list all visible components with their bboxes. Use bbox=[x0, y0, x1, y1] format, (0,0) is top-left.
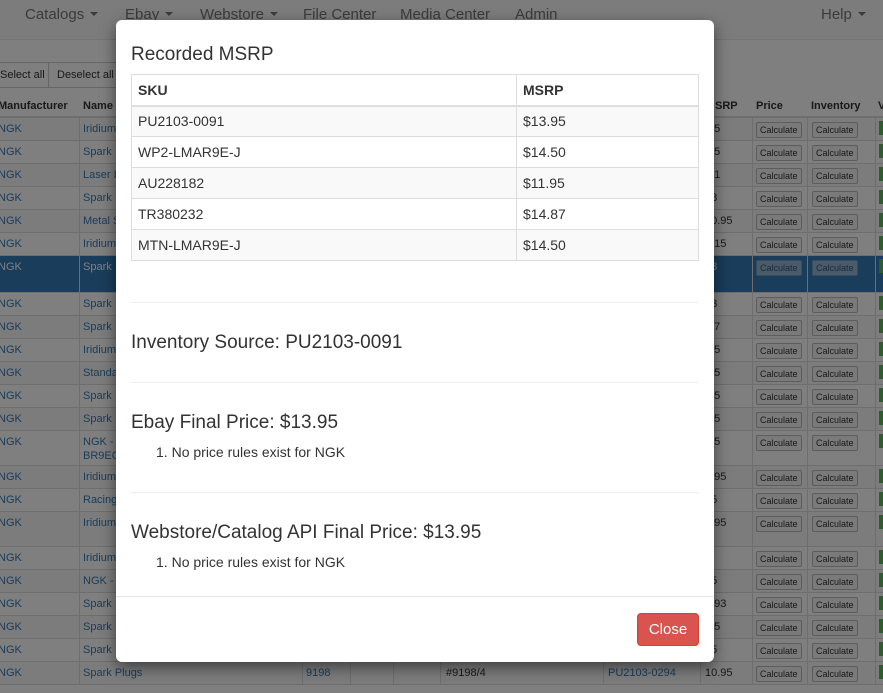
ebay-price-rule-item: 1. No price rules exist for NGK bbox=[156, 444, 346, 460]
table-header-row: SKU MSRP bbox=[131, 74, 699, 107]
column-header-msrp: MSRP bbox=[516, 74, 699, 107]
msrp-modal: Recorded MSRP SKU MSRP PU2103-0091 $13.9… bbox=[116, 20, 714, 662]
divider bbox=[131, 492, 699, 493]
divider bbox=[131, 382, 699, 383]
table-row: AU228182 $11.95 bbox=[131, 167, 699, 199]
sku-cell: TR380232 bbox=[131, 198, 517, 230]
close-button[interactable]: Close bbox=[637, 613, 699, 646]
webstore-final-price-heading: Webstore/Catalog API Final Price: $13.95 bbox=[131, 522, 482, 543]
sku-cell: PU2103-0091 bbox=[131, 105, 517, 137]
divider bbox=[131, 302, 699, 303]
table-row: PU2103-0091 $13.95 bbox=[131, 105, 699, 137]
sku-cell: MTN-LMAR9E-J bbox=[131, 229, 517, 261]
table-row: TR380232 $14.87 bbox=[131, 198, 699, 230]
column-header-sku: SKU bbox=[131, 74, 517, 107]
table-row: WP2-LMAR9E-J $14.50 bbox=[131, 136, 699, 168]
msrp-cell: $14.87 bbox=[516, 198, 699, 230]
sku-cell: AU228182 bbox=[131, 167, 517, 199]
msrp-cell: $14.50 bbox=[516, 229, 699, 261]
modal-footer-divider bbox=[116, 596, 714, 597]
msrp-cell: $11.95 bbox=[516, 167, 699, 199]
inventory-source-heading: Inventory Source: PU2103-0091 bbox=[131, 332, 403, 353]
msrp-cell: $13.95 bbox=[516, 105, 699, 137]
ebay-final-price-heading: Ebay Final Price: $13.95 bbox=[131, 412, 339, 433]
msrp-table: SKU MSRP PU2103-0091 $13.95 WP2-LMAR9E-J… bbox=[131, 74, 699, 261]
sku-cell: WP2-LMAR9E-J bbox=[131, 136, 517, 168]
table-row: MTN-LMAR9E-J $14.50 bbox=[131, 229, 699, 261]
webstore-price-rule-item: 1. No price rules exist for NGK bbox=[156, 554, 346, 570]
modal-title: Recorded MSRP bbox=[131, 44, 274, 65]
msrp-cell: $14.50 bbox=[516, 136, 699, 168]
